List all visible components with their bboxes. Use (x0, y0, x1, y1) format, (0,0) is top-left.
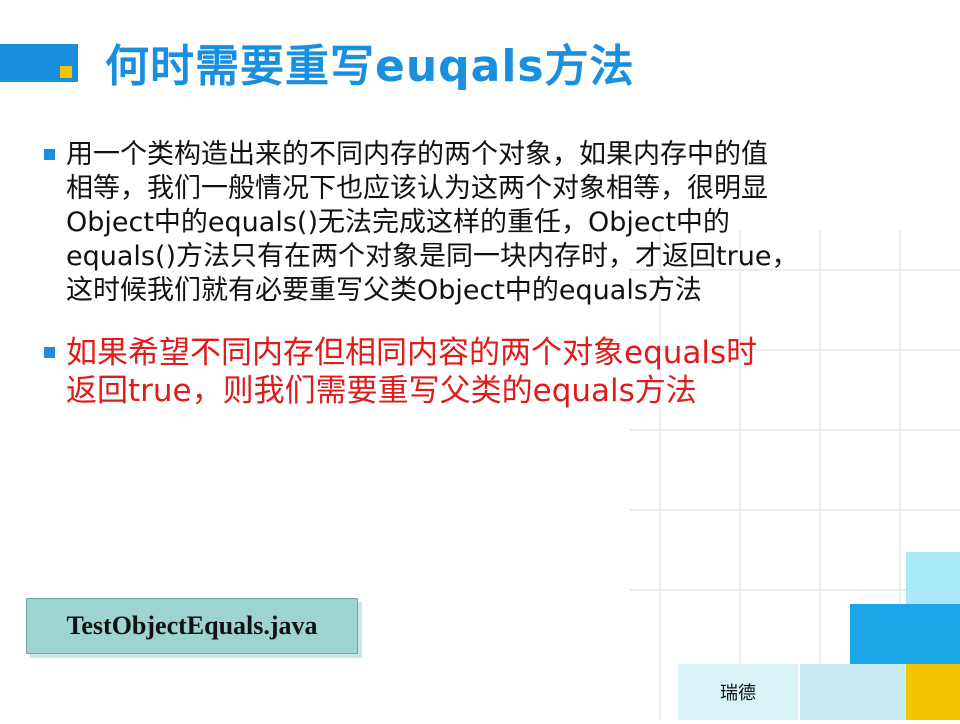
bullet-square-icon (44, 149, 55, 160)
list-item: 如果希望不同内存但相同内容的两个对象equals时 返回true，则我们需要重写… (44, 334, 924, 410)
bullet-text-highlight: 如果希望不同内存但相同内容的两个对象equals时 返回true，则我们需要重写… (66, 335, 758, 409)
decor-block (906, 664, 960, 720)
source-file-label: TestObjectEquals.java (66, 611, 318, 640)
title-accent-square (60, 66, 72, 78)
source-file-box: TestObjectEquals.java (26, 598, 358, 654)
list-item: 用一个类构造出来的不同内存的两个对象，如果内存中的值 相等，我们一般情况下也应该… (44, 138, 924, 308)
decor-block (850, 604, 960, 664)
slide-title: 何时需要重写euqals方法 (105, 41, 635, 92)
footer-label: 瑞德 (720, 683, 756, 704)
bullet-text: 用一个类构造出来的不同内存的两个对象，如果内存中的值 相等，我们一般情况下也应该… (66, 139, 799, 306)
footer-box: 瑞德 (678, 664, 798, 720)
decor-block (906, 552, 960, 604)
bullet-list: 用一个类构造出来的不同内存的两个对象，如果内存中的值 相等，我们一般情况下也应该… (44, 138, 924, 410)
bullet-square-icon (44, 347, 55, 358)
decor-block (800, 664, 906, 720)
